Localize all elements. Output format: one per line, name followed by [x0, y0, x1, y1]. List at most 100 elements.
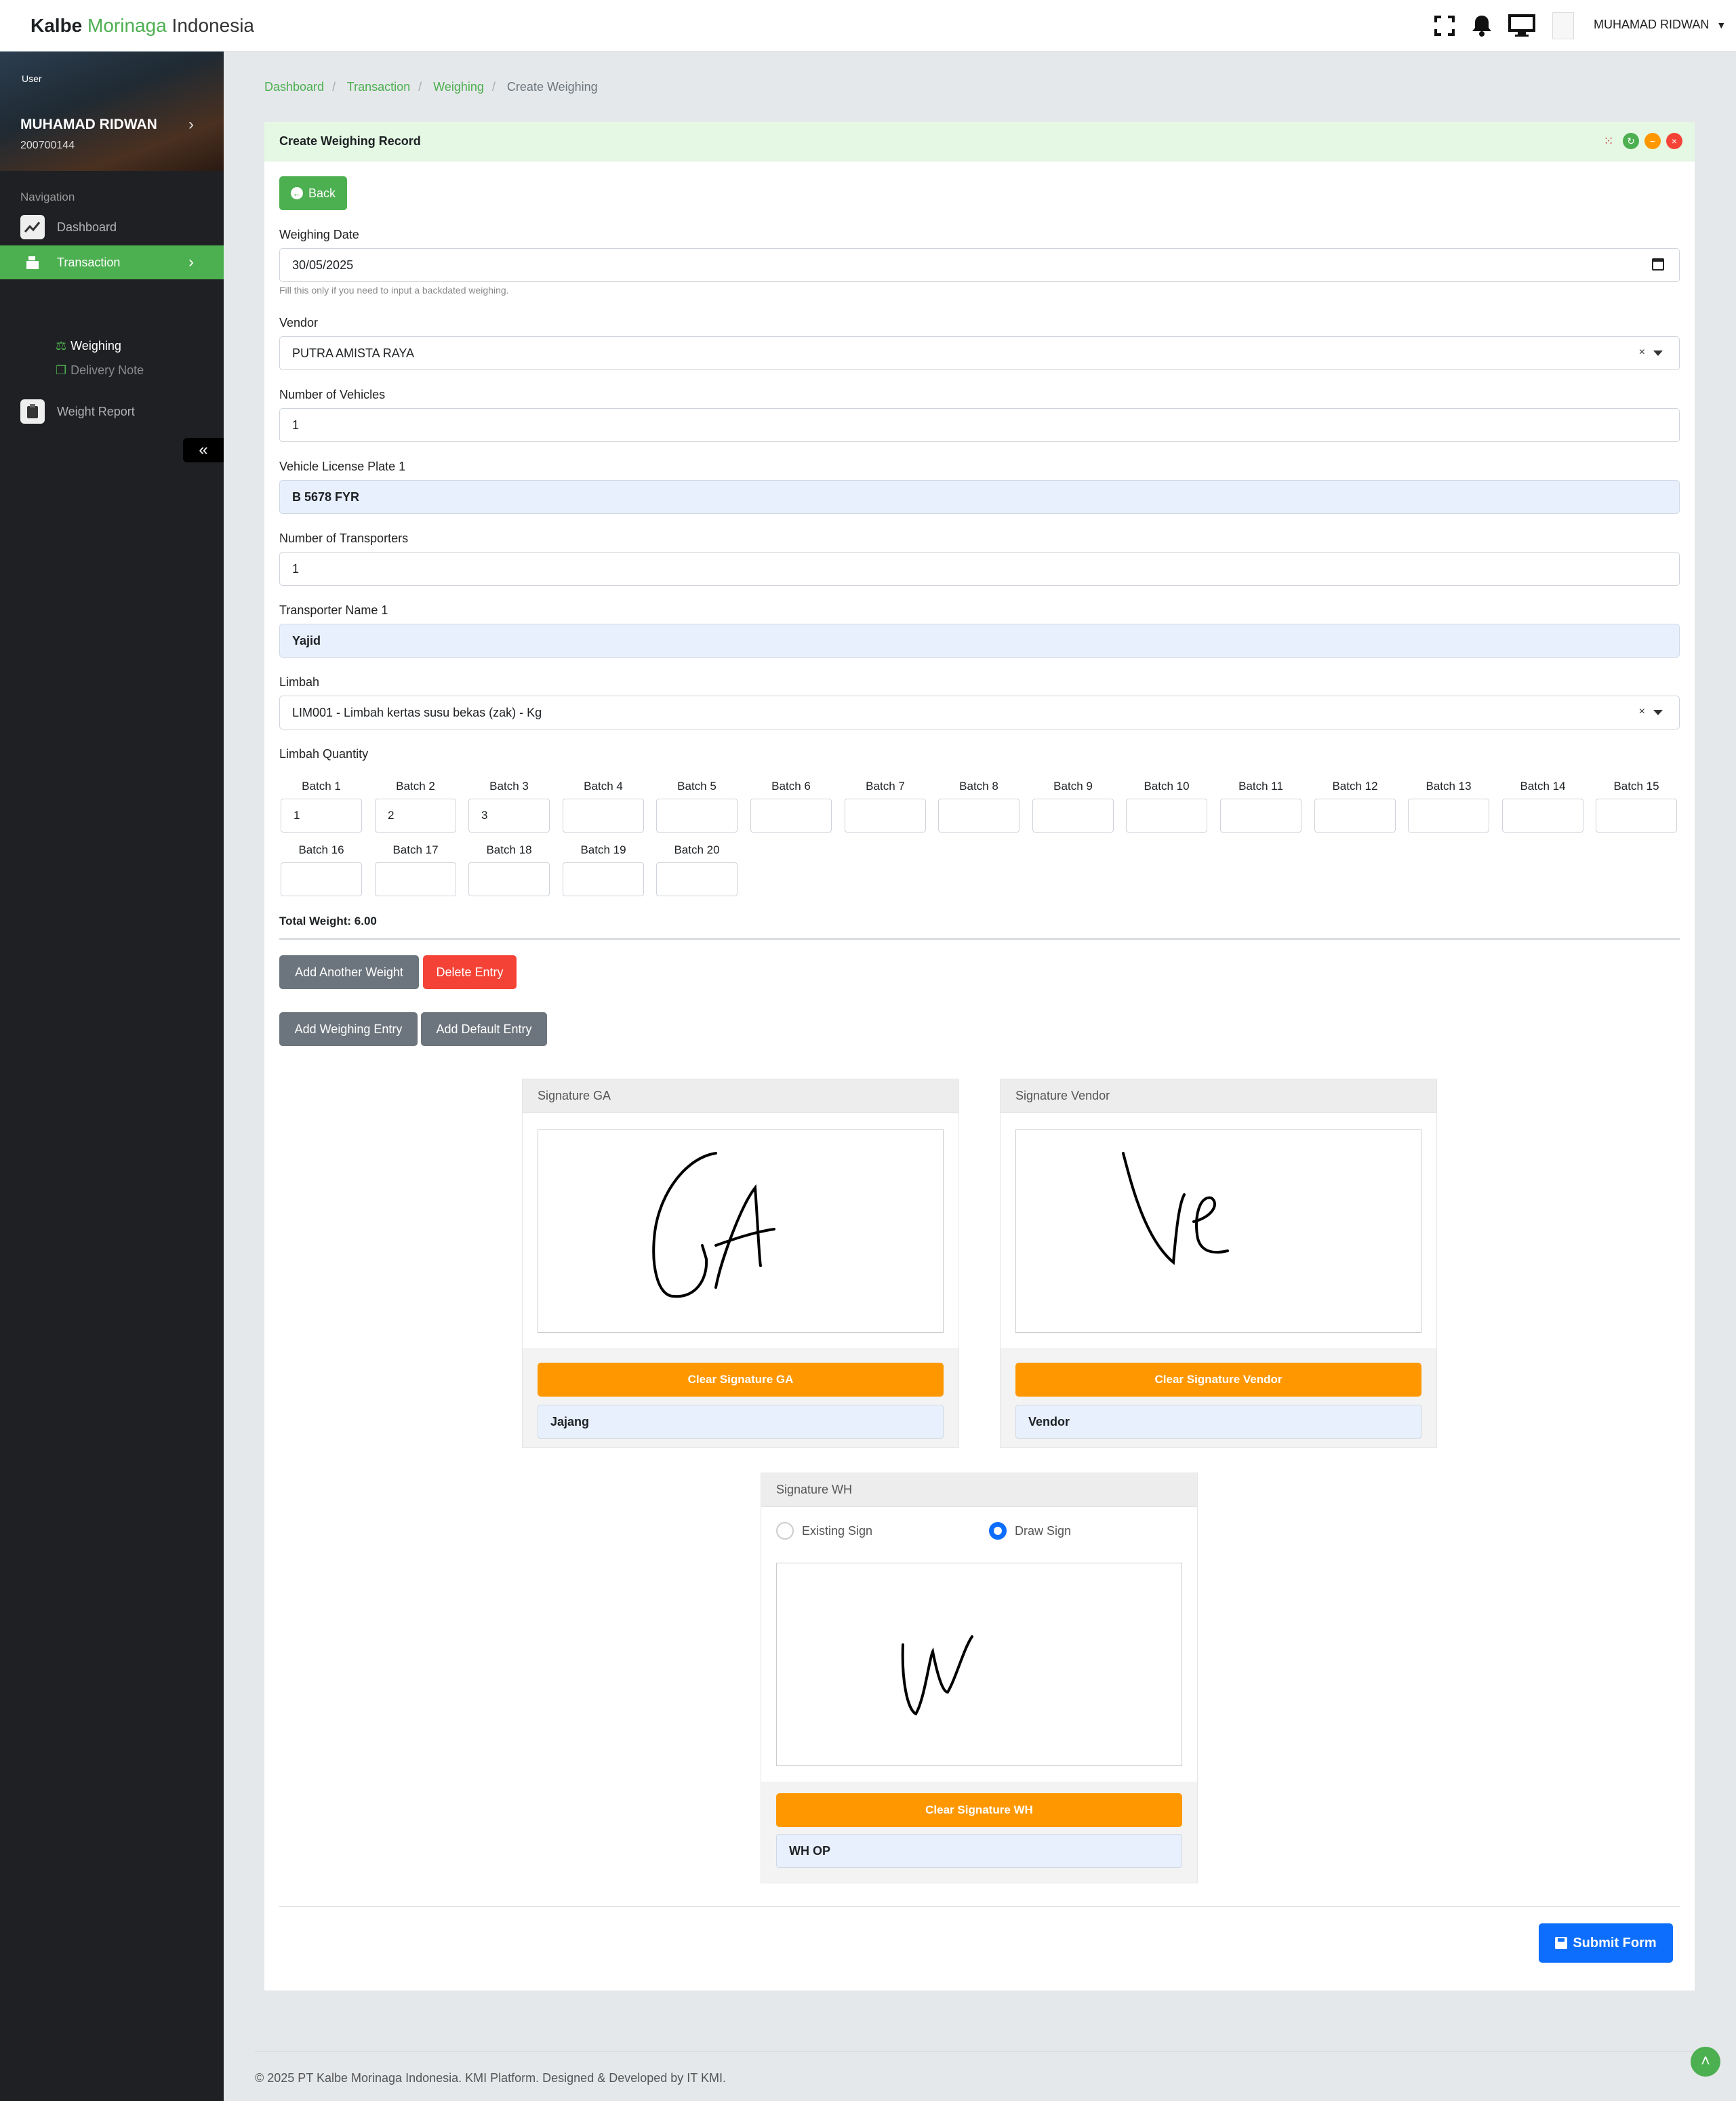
signature-ga-name: Jajang — [550, 1414, 590, 1428]
signature-vendor-canvas[interactable] — [1015, 1129, 1421, 1333]
num-vehicles-input[interactable]: 1 — [279, 408, 1680, 442]
create-weighing-card: Create Weighing Record ⁙ ↻ − × ← Back We… — [264, 122, 1695, 1990]
close-icon[interactable]: × — [1666, 133, 1682, 149]
batch-input[interactable] — [1126, 799, 1207, 833]
chevron-right-icon[interactable]: › — [188, 115, 194, 134]
collapse-sidebar-button[interactable]: « — [183, 438, 224, 462]
add-weighing-entry-label: Add Weighing Entry — [294, 1022, 403, 1036]
sidebar-item-weight-report[interactable]: Weight Report — [0, 395, 224, 428]
batch-input[interactable] — [281, 862, 362, 896]
weighing-date-help: Fill this only if you need to input a ba… — [279, 285, 509, 296]
vendor-select[interactable]: PUTRA AMISTA RAYA × — [279, 336, 1680, 370]
add-weighing-entry-button[interactable]: Add Weighing Entry — [279, 1012, 418, 1046]
batch-label: Batch 5 — [677, 780, 716, 793]
breadcrumb-dashboard[interactable]: Dashboard — [264, 80, 324, 94]
caret-down-icon[interactable] — [1653, 351, 1663, 356]
batch-input[interactable]: 3 — [468, 799, 550, 833]
sidebar: User MUHAMAD RIDWAN 200700144 › Navigati… — [0, 52, 224, 2101]
batch-input[interactable] — [1502, 799, 1583, 833]
clear-signature-ga-button[interactable]: Clear Signature GA — [538, 1363, 944, 1397]
scroll-to-top-button[interactable]: ˄ — [1691, 2047, 1720, 2077]
batch-input[interactable] — [750, 799, 832, 833]
radio-existing-sign[interactable]: Existing Sign — [776, 1522, 872, 1540]
plate-1-input[interactable]: B 5678 FYR — [279, 480, 1680, 514]
calendar-icon[interactable] — [1652, 258, 1664, 271]
batch-label: Batch 17 — [392, 843, 439, 856]
bell-icon[interactable] — [1468, 12, 1495, 39]
batch-input[interactable] — [1596, 799, 1677, 833]
batch-input[interactable] — [375, 862, 456, 896]
batch-input[interactable] — [563, 799, 644, 833]
clear-signature-wh-button[interactable]: Clear Signature WH — [776, 1793, 1182, 1827]
sidebar-subitem-delivery-note[interactable]: ❐ Delivery Note — [56, 363, 144, 378]
breadcrumb-current: Create Weighing — [506, 80, 598, 94]
sidebar-subitem-label: Weighing — [70, 339, 121, 353]
transporter-1-input[interactable]: Yajid — [279, 624, 1680, 658]
batch-input[interactable] — [1408, 799, 1489, 833]
num-transporters-value: 1 — [292, 561, 300, 576]
clear-signature-vendor-button[interactable]: Clear Signature Vendor — [1015, 1363, 1421, 1397]
batch-label: Batch 12 — [1332, 780, 1378, 793]
signature-wh-name-input[interactable]: WH OP — [776, 1834, 1182, 1868]
add-default-entry-button[interactable]: Add Default Entry — [421, 1012, 547, 1046]
num-vehicles-label: Number of Vehicles — [279, 388, 386, 401]
reload-icon[interactable]: ↻ — [1623, 133, 1639, 149]
breadcrumb-transaction[interactable]: Transaction — [347, 80, 410, 94]
batch-input[interactable] — [1032, 799, 1114, 833]
radio-draw-sign[interactable]: Draw Sign — [989, 1522, 1071, 1540]
breadcrumb-weighing[interactable]: Weighing — [433, 80, 484, 94]
brand-part-1: Kalbe — [31, 15, 83, 36]
limbah-select[interactable]: LIM001 - Limbah kertas susu bekas (zak) … — [279, 696, 1680, 729]
num-transporters-input[interactable]: 1 — [279, 552, 1680, 586]
batch-input[interactable]: 2 — [375, 799, 456, 833]
batch-input[interactable] — [563, 862, 644, 896]
monitor-icon[interactable] — [1508, 12, 1535, 39]
add-another-weight-button[interactable]: Add Another Weight — [279, 955, 419, 989]
sidebar-subitem-weighing[interactable]: ⚖ Weighing — [56, 339, 121, 353]
signature-vendor-name-input[interactable]: Vendor — [1015, 1405, 1421, 1439]
signature-wh-name: WH OP — [789, 1843, 830, 1858]
fullscreen-icon[interactable] — [1431, 12, 1458, 39]
clear-icon[interactable]: × — [1639, 706, 1645, 718]
nav-header: Navigation — [20, 191, 75, 203]
batch-input[interactable] — [656, 799, 738, 833]
signature-ga-name-input[interactable]: Jajang — [538, 1405, 944, 1439]
minimize-icon[interactable]: − — [1644, 133, 1661, 149]
batch-label: Batch 4 — [584, 780, 623, 793]
batch-label: Batch 15 — [1613, 780, 1659, 793]
radio-existing-sign-label: Existing Sign — [802, 1523, 873, 1538]
sidebar-item-transaction[interactable]: Transaction › — [0, 245, 224, 279]
sidebar-user-name[interactable]: MUHAMAD RIDWAN — [20, 117, 157, 133]
batch-input[interactable] — [1220, 799, 1301, 833]
caret-down-icon[interactable] — [1653, 710, 1663, 715]
weighing-date-input[interactable]: 30/05/2025 — [279, 248, 1680, 282]
batch-input[interactable] — [1314, 799, 1396, 833]
batch-input[interactable] — [938, 799, 1020, 833]
user-menu[interactable]: MUHAMAD RIDWAN ▼ — [1594, 18, 1726, 32]
clear-icon[interactable]: × — [1639, 346, 1645, 359]
weighing-date-value: 30/05/2025 — [292, 258, 354, 272]
sidebar-user-id: 200700144 — [20, 140, 75, 151]
weighing-date-label: Weighing Date — [279, 228, 359, 241]
user-avatar[interactable] — [1552, 12, 1574, 39]
signature-ga-canvas[interactable] — [538, 1129, 944, 1333]
batch-input[interactable]: 1 — [281, 799, 362, 833]
batch-input[interactable] — [656, 862, 738, 896]
submit-form-button[interactable]: Submit Form — [1539, 1923, 1673, 1963]
sidebar-profile: User MUHAMAD RIDWAN 200700144 › — [0, 52, 224, 171]
batch-input[interactable] — [845, 799, 926, 833]
batch-input[interactable] — [468, 862, 550, 896]
card-header: Create Weighing Record ⁙ ↻ − × — [264, 122, 1695, 161]
breadcrumb: Dashboard / Transaction / Weighing / Create… — [264, 80, 598, 94]
brand-logo[interactable]: Kalbe Morinaga Indonesia — [31, 14, 254, 38]
delete-entry-button[interactable]: Delete Entry — [423, 955, 517, 989]
expand-icon[interactable]: ⁙ — [1600, 133, 1617, 149]
batch-label: Batch 2 — [396, 780, 435, 793]
transporter-1-value: Yajid — [292, 633, 321, 647]
clear-signature-wh-label: Clear Signature WH — [925, 1803, 1033, 1816]
footer-text: © 2025 PT Kalbe Morinaga Indonesia. KMI … — [255, 2071, 726, 2085]
back-button[interactable]: ← Back — [279, 176, 347, 210]
batch-label: Batch 9 — [1053, 780, 1093, 793]
sidebar-item-dashboard[interactable]: Dashboard — [0, 210, 224, 244]
signature-wh-canvas[interactable] — [776, 1563, 1182, 1766]
